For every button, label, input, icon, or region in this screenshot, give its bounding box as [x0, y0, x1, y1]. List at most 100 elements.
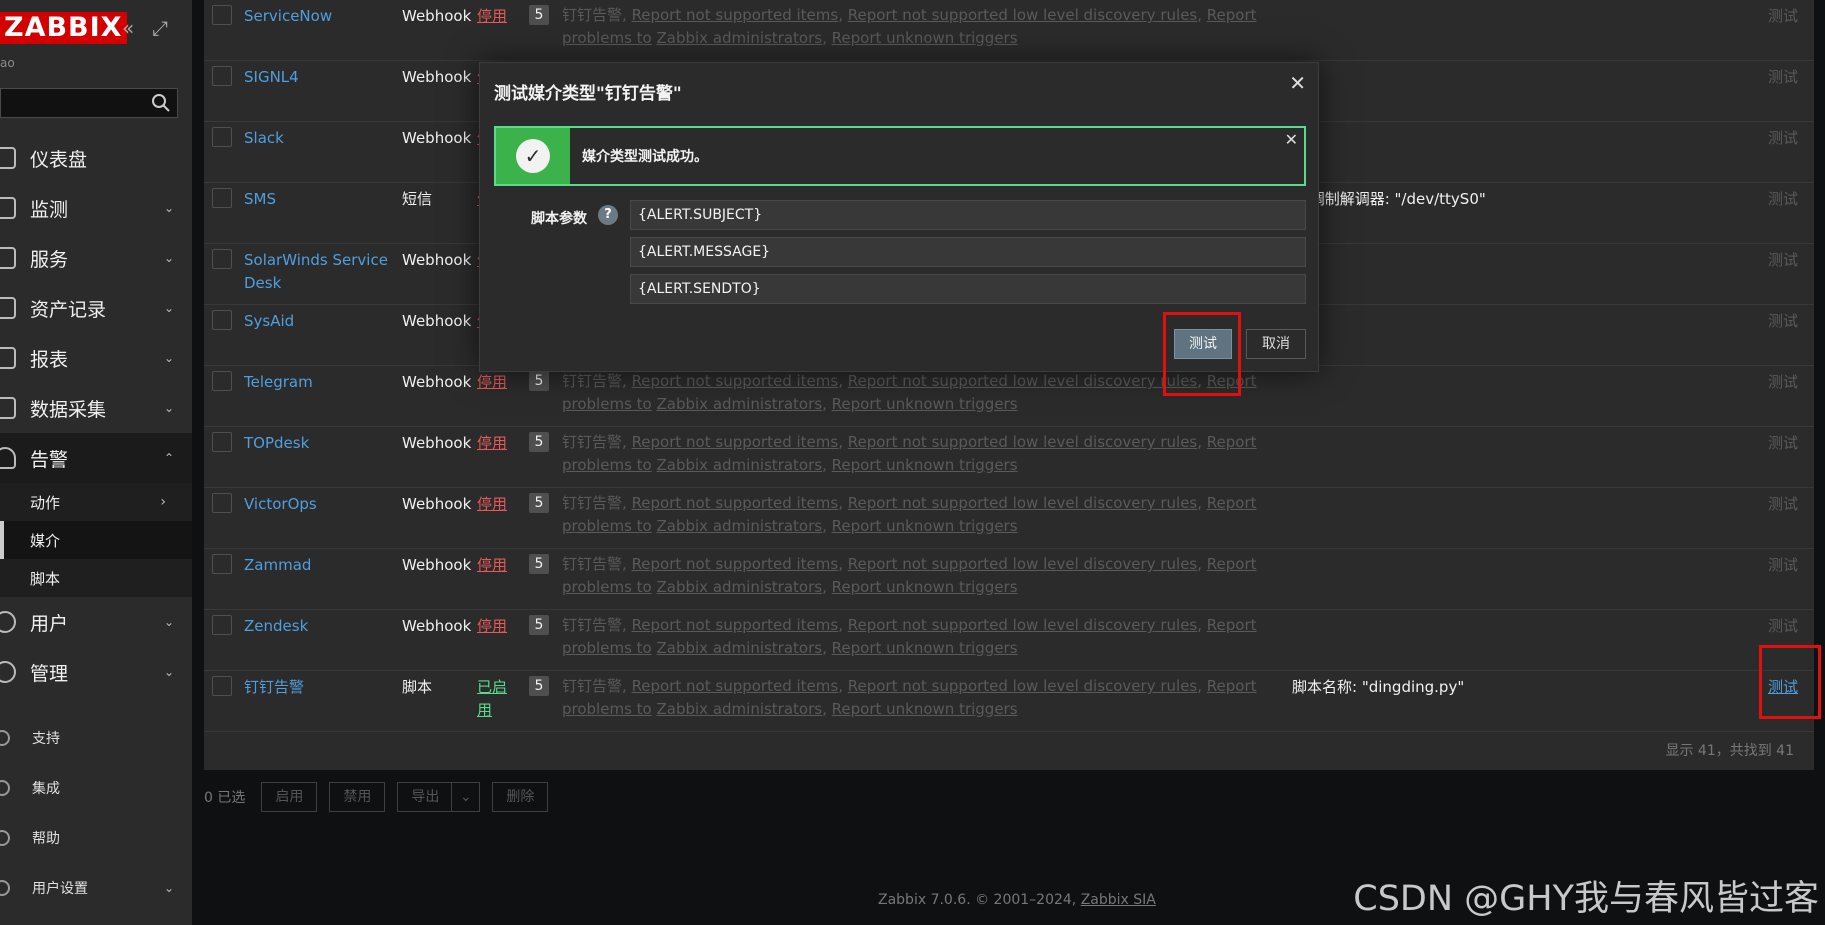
action-link[interactable]: Report not supported items — [632, 555, 839, 573]
action-link[interactable]: Report not supported items — [632, 616, 839, 634]
action-link[interactable]: Zabbix administrators — [657, 395, 823, 413]
status-toggle[interactable]: 停用 — [477, 554, 517, 577]
subnav-scripts[interactable]: 脚本 — [0, 559, 192, 597]
media-type-name-link[interactable]: Zammad — [244, 554, 394, 577]
action-link[interactable]: Report not supported low level discovery… — [848, 555, 1197, 573]
nav-reports[interactable]: 报表 ⌄ — [0, 333, 192, 383]
action-link[interactable]: Report unknown triggers — [832, 517, 1018, 535]
chevron-down-icon[interactable]: ⌄ — [451, 783, 479, 811]
status-toggle[interactable]: 停用 — [477, 5, 517, 28]
media-type-name-link[interactable]: TOPdesk — [244, 432, 394, 455]
subnav-actions[interactable]: 动作 › — [0, 483, 192, 521]
action-link[interactable]: 钉钉告警 — [562, 372, 622, 390]
export-button[interactable]: 导出 ⌄ — [397, 782, 481, 812]
test-link[interactable]: 测试 — [1768, 5, 1798, 28]
action-link[interactable]: Report not supported items — [632, 433, 839, 451]
action-link[interactable]: Report not supported items — [632, 6, 839, 24]
action-link[interactable]: Report not supported low level discovery… — [848, 494, 1197, 512]
test-link[interactable]: 测试 — [1768, 66, 1798, 89]
action-link[interactable]: Zabbix administrators — [657, 456, 823, 474]
status-toggle[interactable]: 停用 — [477, 493, 517, 516]
test-link[interactable]: 测试 — [1768, 188, 1798, 211]
media-type-name-link[interactable]: SIGNL4 — [244, 66, 394, 89]
close-message-icon[interactable]: ✕ — [1285, 130, 1298, 149]
enable-button[interactable]: 启用 — [261, 782, 318, 812]
nav-support[interactable]: 支持 — [0, 718, 192, 758]
action-link[interactable]: Zabbix administrators — [657, 700, 823, 718]
action-link[interactable]: Report not supported low level discovery… — [848, 616, 1197, 634]
nav-user-settings[interactable]: 用户设置 ⌄ — [0, 868, 192, 908]
row-checkbox[interactable] — [212, 676, 232, 696]
row-checkbox[interactable] — [212, 249, 232, 269]
media-type-name-link[interactable]: Telegram — [244, 371, 394, 394]
action-link[interactable]: Report not supported items — [632, 494, 839, 512]
row-checkbox[interactable] — [212, 188, 232, 208]
action-link[interactable]: Report not supported low level discovery… — [848, 677, 1197, 695]
subnav-media[interactable]: 媒介 — [0, 521, 192, 559]
action-link[interactable]: 钉钉告警 — [562, 616, 622, 634]
test-link[interactable]: 测试 — [1768, 615, 1798, 638]
status-toggle[interactable]: 停用 — [477, 432, 517, 455]
action-link[interactable]: Report unknown triggers — [832, 639, 1018, 657]
search-icon[interactable] — [151, 93, 171, 113]
row-checkbox[interactable] — [212, 432, 232, 452]
action-link[interactable]: Zabbix administrators — [657, 639, 823, 657]
test-link[interactable]: 测试 — [1768, 371, 1798, 394]
close-icon[interactable]: ✕ — [1289, 71, 1306, 95]
nav-users[interactable]: 用户 ⌄ — [0, 597, 192, 647]
row-checkbox[interactable] — [212, 615, 232, 635]
delete-button[interactable]: 删除 — [492, 782, 549, 812]
nav-administration[interactable]: 管理 ⌄ — [0, 647, 192, 697]
test-link[interactable]: 测试 — [1768, 310, 1798, 333]
collapse-sidebar-icon[interactable]: « — [122, 16, 134, 40]
nav-services[interactable]: 服务 ⌄ — [0, 233, 192, 283]
action-link[interactable]: Report unknown triggers — [832, 395, 1018, 413]
row-checkbox[interactable] — [212, 371, 232, 391]
media-type-name-link[interactable]: SMS — [244, 188, 394, 211]
row-checkbox[interactable] — [212, 127, 232, 147]
disable-button[interactable]: 禁用 — [329, 782, 386, 812]
test-link[interactable]: 测试 — [1768, 127, 1798, 150]
status-toggle[interactable]: 停用 — [477, 615, 517, 638]
test-link[interactable]: 测试 — [1768, 493, 1798, 516]
param-input[interactable]: {ALERT.SENDTO} — [630, 274, 1306, 304]
nav-inventory[interactable]: 资产记录 ⌄ — [0, 283, 192, 333]
row-checkbox[interactable] — [212, 5, 232, 25]
test-link[interactable]: 测试 — [1768, 554, 1798, 577]
action-link[interactable]: Report not supported items — [632, 677, 839, 695]
status-toggle[interactable]: 已启用 — [477, 676, 517, 722]
row-checkbox[interactable] — [212, 310, 232, 330]
action-link[interactable]: Report unknown triggers — [832, 578, 1018, 596]
media-type-name-link[interactable]: VictorOps — [244, 493, 394, 516]
row-checkbox[interactable] — [212, 554, 232, 574]
status-toggle[interactable]: 停用 — [477, 371, 517, 394]
param-input[interactable]: {ALERT.MESSAGE} — [630, 237, 1306, 267]
row-checkbox[interactable] — [212, 66, 232, 86]
nav-integrations[interactable]: 集成 — [0, 768, 192, 808]
action-link[interactable]: Zabbix administrators — [657, 29, 823, 47]
action-link[interactable]: 钉钉告警 — [562, 555, 622, 573]
action-link[interactable]: Report not supported items — [632, 372, 839, 390]
nav-alerts[interactable]: 告警 ⌃ — [0, 433, 192, 483]
media-type-name-link[interactable]: ServiceNow — [244, 5, 394, 28]
action-link[interactable]: Report unknown triggers — [832, 29, 1018, 47]
media-type-name-link[interactable]: Zendesk — [244, 615, 394, 638]
action-link[interactable]: Report unknown triggers — [832, 456, 1018, 474]
test-link[interactable]: 测试 — [1768, 432, 1798, 455]
action-link[interactable]: Report not supported low level discovery… — [848, 433, 1197, 451]
action-link[interactable]: Zabbix administrators — [657, 578, 823, 596]
action-link[interactable]: 钉钉告警 — [562, 677, 622, 695]
media-type-name-link[interactable]: Slack — [244, 127, 394, 150]
nav-monitoring[interactable]: 监测 ⌄ — [0, 183, 192, 233]
action-link[interactable]: Report not supported low level discovery… — [848, 372, 1197, 390]
action-link[interactable]: Zabbix administrators — [657, 517, 823, 535]
nav-help[interactable]: 帮助 — [0, 818, 192, 858]
help-icon[interactable]: ? — [598, 205, 618, 225]
action-link[interactable]: 钉钉告警 — [562, 6, 622, 24]
row-checkbox[interactable] — [212, 493, 232, 513]
nav-dashboard[interactable]: 仪表盘 — [0, 133, 192, 183]
nav-data-collection[interactable]: 数据采集 ⌄ — [0, 383, 192, 433]
action-link[interactable]: Report not supported low level discovery… — [848, 6, 1197, 24]
zabbix-logo[interactable]: ZABBIX — [0, 12, 127, 44]
footer-link[interactable]: Zabbix SIA — [1081, 892, 1156, 908]
